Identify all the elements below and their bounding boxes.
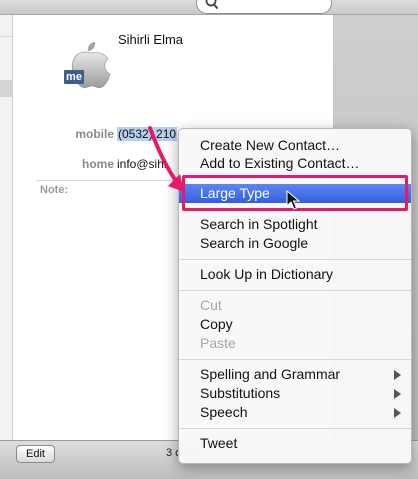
search-field[interactable] — [196, 0, 332, 14]
menu-item-label: Substitutions — [200, 385, 281, 401]
group-list-column — [0, 0, 13, 440]
menu-item-label: Look Up in Dictionary — [200, 266, 334, 282]
menu-separator — [179, 290, 411, 291]
menu-item-create-new-contact[interactable]: Create New Contact… — [179, 136, 411, 155]
menu-item-speech[interactable]: Speech — [179, 403, 411, 422]
menu-item-label: Tweet — [200, 435, 238, 451]
home-email-value[interactable]: info@sihi — [117, 157, 167, 171]
menu-item-look-up-in-dictionary[interactable]: Look Up in Dictionary — [179, 265, 411, 284]
mobile-label[interactable]: mobile — [14, 127, 114, 141]
contact-name[interactable]: Sihirli Elma — [118, 32, 183, 47]
toolbar — [0, 0, 418, 15]
menu-item-search-in-google[interactable]: Search in Google — [179, 234, 411, 253]
note-label: Note: — [40, 184, 69, 196]
mobile-value[interactable]: (0532) 210 — [117, 127, 178, 141]
menu-item-label: Add to Existing Contact… — [200, 155, 360, 171]
menu-item-label: Copy — [200, 316, 233, 332]
me-badge: me — [64, 70, 84, 84]
menu-item-cut: Cut — [179, 296, 411, 315]
menu-item-label: Create New Contact… — [200, 137, 341, 153]
submenu-arrow-icon — [394, 370, 401, 380]
submenu-arrow-icon — [394, 389, 401, 399]
menu-item-label: Paste — [200, 335, 236, 351]
edit-button[interactable]: Edit — [16, 445, 55, 463]
menu-item-paste: Paste — [179, 334, 411, 353]
menu-item-substitutions[interactable]: Substitutions — [179, 384, 411, 403]
menu-item-copy[interactable]: Copy — [179, 315, 411, 334]
selected-list-row[interactable] — [0, 80, 12, 97]
menu-item-label: Speech — [200, 404, 248, 420]
menu-item-label: Search in Google — [200, 235, 309, 251]
menu-item-tweet[interactable]: Tweet — [179, 434, 411, 453]
submenu-arrow-icon — [394, 408, 401, 418]
arrow-cursor-icon — [286, 190, 300, 210]
menu-separator — [179, 359, 411, 360]
menu-item-search-in-spotlight[interactable]: Search in Spotlight — [179, 215, 411, 234]
mobile-value-text[interactable]: (0532) 210 — [117, 127, 178, 141]
menu-separator — [179, 259, 411, 260]
menu-item-label: Spelling and Grammar — [200, 366, 341, 382]
menu-item-spelling-and-grammar[interactable]: Spelling and Grammar — [179, 365, 411, 384]
search-icon — [205, 0, 219, 10]
menu-item-label: Search in Spotlight — [200, 216, 318, 232]
list-divider — [0, 36, 12, 37]
home-label[interactable]: home — [14, 157, 114, 171]
menu-item-label: Cut — [200, 297, 222, 313]
menu-separator — [179, 428, 411, 429]
menu-item-add-to-existing-contact[interactable]: Add to Existing Contact… — [179, 154, 411, 173]
